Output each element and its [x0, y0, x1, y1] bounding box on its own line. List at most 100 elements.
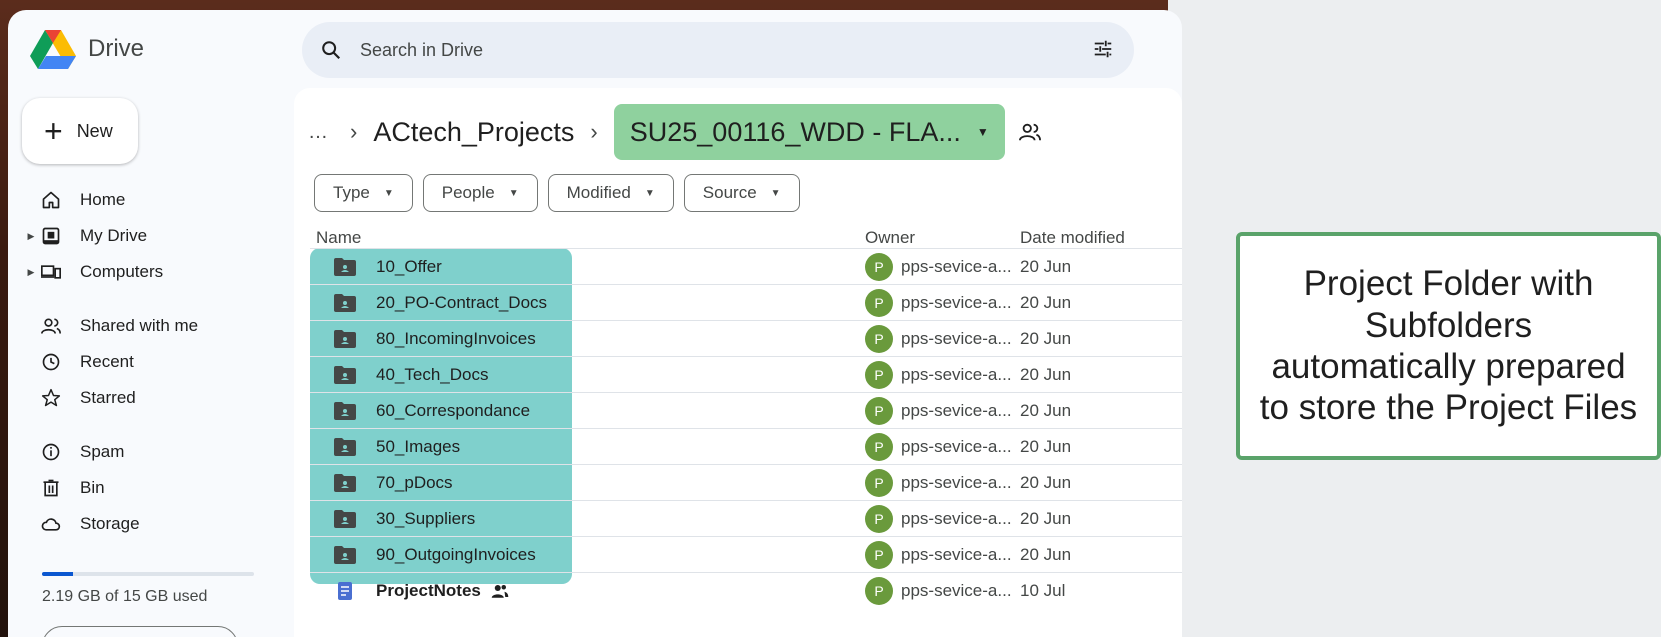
shared-folder-icon — [334, 546, 356, 564]
date-modified: 20 Jun — [1020, 508, 1072, 528]
shared-folder-icon[interactable] — [1018, 121, 1041, 143]
sidebar-item-shared-with-me[interactable]: Shared with me — [24, 310, 198, 342]
column-header-owner[interactable]: Owner — [865, 228, 915, 248]
sidebar-item-spam[interactable]: Spam — [24, 436, 124, 468]
drive-logo[interactable]: Drive — [30, 28, 144, 70]
filter-label: People — [441, 183, 495, 202]
chevron-down-icon: ▼ — [644, 187, 655, 199]
shared-folder-icon — [334, 438, 356, 456]
owner-avatar[interactable]: P — [865, 397, 893, 425]
owner-avatar[interactable]: P — [865, 541, 893, 569]
star-icon — [38, 388, 64, 408]
sidebar-item-label: Shared with me — [80, 316, 199, 335]
app-name: Drive — [88, 35, 145, 62]
plus-icon: + — [44, 113, 63, 149]
folder-row[interactable]: 30_Suppliers Ppps-sevice-a... 20 Jun — [310, 500, 1182, 536]
shared-folder-icon — [334, 402, 356, 420]
filter-chips: Type ▼ People ▼ Modified ▼ Source ▼ — [314, 174, 800, 212]
folder-row[interactable]: 80_IncomingInvoices Ppps-sevice-a... 20 Ju… — [310, 320, 1182, 356]
annotation-callout: Project Folder with Subfolders automatic… — [1236, 232, 1661, 460]
date-modified: 20 Jun — [1020, 364, 1072, 384]
breadcrumb: … › ACtech_Projects › SU25_00116_WDD - F… — [308, 104, 1041, 160]
owner-name: pps-sevice-a... — [901, 328, 1012, 348]
cloud-icon — [38, 514, 64, 534]
new-button[interactable]: + New — [22, 98, 138, 164]
sidebar-item-my-drive[interactable]: ▶ My Drive — [24, 220, 148, 252]
owner-avatar[interactable]: P — [865, 325, 893, 353]
storage-usage-text: 2.19 GB of 15 GB used — [42, 588, 208, 605]
filter-modified[interactable]: Modified ▼ — [547, 174, 674, 212]
expand-caret-icon[interactable]: ▶ — [24, 267, 38, 278]
file-name: 10_Offer — [376, 256, 442, 276]
sidebar-item-label: Computers — [80, 262, 164, 281]
search-options-icon[interactable] — [1092, 38, 1114, 60]
owner-name: pps-sevice-a... — [901, 400, 1012, 420]
owner-name: pps-sevice-a... — [901, 580, 1012, 600]
folder-row[interactable]: 10_Offer Ppps-sevice-a... 20 Jun — [310, 248, 1182, 284]
chevron-down-icon: ▼ — [383, 187, 394, 199]
owner-avatar[interactable]: P — [865, 361, 893, 389]
google-doc-icon — [334, 582, 356, 600]
chevron-down-icon: ▼ — [770, 187, 781, 199]
date-modified: 20 Jun — [1020, 256, 1072, 276]
file-name: 80_IncomingInvoices — [376, 328, 536, 348]
owner-avatar[interactable]: P — [865, 253, 893, 281]
sidebar-item-computers[interactable]: ▶ Computers — [24, 256, 164, 288]
shared-people-icon — [491, 584, 509, 598]
shared-folder-icon — [334, 366, 356, 384]
breadcrumb-current-folder[interactable]: SU25_00116_WDD - FLA... ▼ — [613, 104, 1005, 160]
get-more-storage-button[interactable] — [42, 626, 238, 637]
date-modified: 20 Jun — [1020, 292, 1072, 312]
date-modified: 20 Jun — [1020, 328, 1072, 348]
sidebar-item-recent[interactable]: Recent — [24, 346, 134, 378]
folder-row[interactable]: 70_pDocs Ppps-sevice-a... 20 Jun — [310, 464, 1182, 500]
column-header-date-modified[interactable]: Date modified — [1020, 228, 1125, 248]
folder-row[interactable]: 60_Correspondance Ppps-sevice-a... 20 Jun — [310, 392, 1182, 428]
shared-folder-icon — [334, 258, 356, 276]
file-row[interactable]: ProjectNotes Ppps-sevice-a... 10 Jul — [310, 572, 1182, 608]
search-bar[interactable] — [302, 22, 1134, 78]
folder-row[interactable]: 90_OutgoingInvoices Ppps-sevice-a... 20 Ju… — [310, 536, 1182, 572]
folder-row[interactable]: 20_PO-Contract_Docs Ppps-sevice-a... 20 Ju… — [310, 284, 1182, 320]
filter-people[interactable]: People ▼ — [422, 174, 538, 212]
filter-label: Type — [333, 183, 370, 202]
home-icon — [38, 190, 64, 210]
shared-folder-icon — [334, 330, 356, 348]
sidebar-item-bin[interactable]: Bin — [24, 472, 105, 504]
filter-type[interactable]: Type ▼ — [314, 174, 413, 212]
date-modified: 20 Jun — [1020, 436, 1072, 456]
owner-avatar[interactable]: P — [865, 505, 893, 533]
file-name: 20_PO-Contract_Docs — [376, 292, 548, 312]
shared-folder-icon — [334, 474, 356, 492]
sidebar-item-label: Spam — [80, 442, 125, 461]
owner-avatar[interactable]: P — [865, 469, 893, 497]
search-input[interactable] — [360, 39, 1040, 61]
file-name: 40_Tech_Docs — [376, 364, 489, 384]
owner-avatar[interactable]: P — [865, 577, 893, 605]
breadcrumb-more-button[interactable]: … — [308, 121, 334, 144]
column-header-name[interactable]: Name — [316, 228, 361, 248]
expand-caret-icon[interactable]: ▶ — [24, 231, 38, 242]
sidebar-item-label: My Drive — [80, 226, 148, 245]
sidebar-item-home[interactable]: Home — [24, 184, 125, 216]
search-icon[interactable] — [320, 39, 342, 61]
filter-source[interactable]: Source ▼ — [683, 174, 800, 212]
current-folder-name: SU25_00116_WDD - FLA... — [629, 116, 961, 147]
folder-row[interactable]: 40_Tech_Docs Ppps-sevice-a... 20 Jun — [310, 356, 1182, 392]
sidebar-item-label: Starred — [80, 388, 136, 407]
owner-avatar[interactable]: P — [865, 289, 893, 317]
file-name: 70_pDocs — [376, 472, 453, 492]
owner-avatar[interactable]: P — [865, 433, 893, 461]
sidebar-item-label: Bin — [80, 478, 105, 497]
chevron-down-icon: ▼ — [976, 125, 989, 139]
owner-name: pps-sevice-a... — [901, 508, 1012, 528]
folder-row[interactable]: 50_Images Ppps-sevice-a... 20 Jun — [310, 428, 1182, 464]
owner-name: pps-sevice-a... — [901, 256, 1012, 276]
new-button-label: New — [76, 120, 113, 141]
drive-window: Drive + New Home ▶ My Drive ▶ Computers … — [8, 10, 1182, 637]
breadcrumb-root-folder[interactable]: ACtech_Projects — [373, 117, 574, 148]
sidebar-item-storage[interactable]: Storage — [24, 508, 140, 540]
sidebar-item-starred[interactable]: Starred — [24, 382, 136, 414]
file-name: 50_Images — [376, 436, 461, 456]
owner-name: pps-sevice-a... — [901, 472, 1012, 492]
